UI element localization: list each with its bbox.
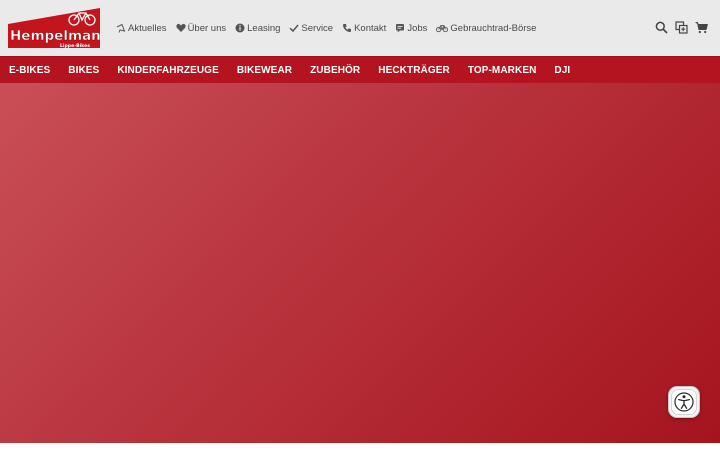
- logo-graphic: Hempelmann Lippe-Bikes: [8, 8, 111, 49]
- jobs-icon: [396, 24, 405, 33]
- nav-ueber-uns[interactable]: Über uns: [175, 22, 227, 34]
- compare-icon: [674, 20, 688, 34]
- category-top-marken[interactable]: TOP-MARKEN: [468, 65, 537, 76]
- accessibility-icon: [674, 392, 694, 412]
- info-icon: [235, 23, 245, 33]
- nav-service[interactable]: Service: [289, 23, 333, 34]
- nav-label: Gebrauchtrad-Börse: [450, 22, 537, 34]
- accessibility-icon-frame: [671, 389, 697, 415]
- heart-icon: [175, 23, 186, 32]
- phone-icon: [343, 24, 352, 32]
- nav-jobs[interactable]: Jobs: [395, 23, 427, 34]
- nav-label: Leasing: [247, 22, 281, 34]
- site-logo[interactable]: Hempelmann Lippe-Bikes: [8, 7, 111, 49]
- logo-text: Hempelmann: [10, 28, 100, 44]
- category-bikewear[interactable]: BIKEWEAR: [237, 65, 292, 76]
- nav-label: Service: [301, 22, 334, 34]
- nav-label: Jobs: [407, 22, 428, 34]
- header-tools: [648, 20, 708, 34]
- header: Hempelmann Lippe-Bikes Aktuelles Über un…: [0, 0, 720, 56]
- cart-button[interactable]: [694, 20, 708, 34]
- category-hecktraeger[interactable]: HECKTRÄGER: [378, 65, 450, 76]
- accessibility-button[interactable]: [668, 386, 700, 418]
- top-navigation: Aktuelles Über uns Leasing Service Konta…: [116, 20, 545, 36]
- nav-aktuelles[interactable]: Aktuelles: [116, 23, 167, 34]
- bicycle-icon: [436, 25, 449, 33]
- search-button[interactable]: [654, 20, 668, 34]
- search-icon: [655, 21, 668, 34]
- nav-label: Kontakt: [354, 22, 387, 34]
- logo-subtext: Lippe-Bikes: [60, 43, 90, 49]
- compare-button[interactable]: [674, 20, 688, 34]
- hero-banner: [0, 83, 720, 443]
- nav-label: Über uns: [187, 22, 227, 34]
- nav-label: Aktuelles: [128, 22, 167, 34]
- nav-gebrauchtrad-boerse[interactable]: Gebrauchtrad-Börse: [436, 23, 536, 34]
- nav-kontakt[interactable]: Kontakt: [342, 23, 386, 34]
- megaphone-icon: [116, 23, 126, 33]
- nav-leasing[interactable]: Leasing: [235, 23, 280, 34]
- category-kinderfahrzeuge[interactable]: KINDERFAHRZEUGE: [117, 65, 219, 76]
- category-bikes[interactable]: BIKES: [68, 65, 99, 76]
- category-navigation: E-BIKES BIKES KINDERFAHRZEUGE BIKEWEAR Z…: [0, 56, 720, 83]
- category-dji[interactable]: DJI: [554, 65, 570, 76]
- category-zubehoer[interactable]: ZUBEHÖR: [310, 65, 360, 76]
- category-e-bikes[interactable]: E-BIKES: [9, 65, 50, 76]
- cart-icon: [695, 21, 708, 33]
- checkmark-icon: [289, 24, 299, 33]
